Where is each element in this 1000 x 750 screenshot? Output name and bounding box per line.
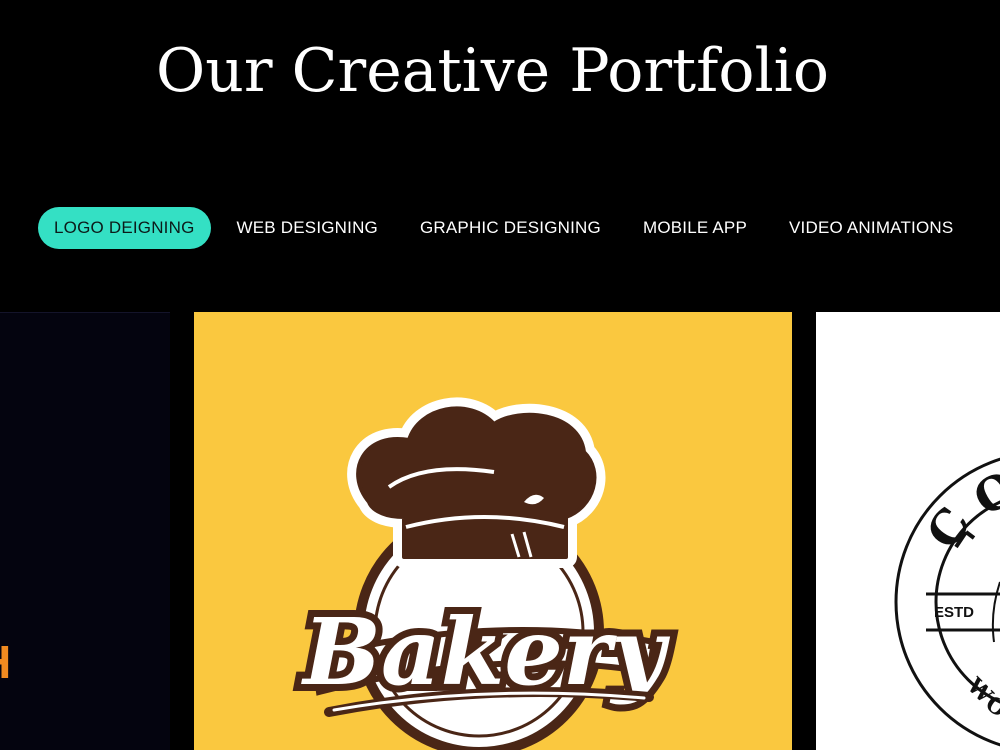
emblem-estd-label: ESTD	[934, 604, 975, 621]
vintage-emblem-logo: C O W O	[894, 457, 1000, 747]
tab-mobile-app[interactable]: MOBILE APP	[627, 207, 763, 249]
page-title: Our Creative Portfolio	[156, 36, 829, 106]
portfolio-card-left[interactable]: H	[0, 312, 170, 750]
svg-text:O: O	[965, 460, 1000, 527]
portfolio-card-bakery[interactable]: Bakery	[194, 312, 792, 750]
portfolio-card-right[interactable]: C O W O ESTD	[816, 312, 1000, 750]
emblem-arc-text: C	[916, 497, 981, 558]
bakery-logo: Bakery	[293, 397, 677, 750]
portfolio-page: Our Creative Portfolio LOGO DEIGNING WEB…	[0, 0, 1000, 750]
left-card-logo-text: H	[0, 635, 11, 689]
tab-web-designing[interactable]: WEB DESIGNING	[221, 207, 394, 249]
tab-video-animations[interactable]: VIDEO ANIMATIONS	[773, 207, 969, 249]
tab-graphic-designing[interactable]: GRAPHIC DESIGNING	[404, 207, 617, 249]
category-tabs: LOGO DEIGNING WEB DESIGNING GRAPHIC DESI…	[38, 207, 979, 249]
tab-logo-designing[interactable]: LOGO DEIGNING	[38, 207, 211, 249]
